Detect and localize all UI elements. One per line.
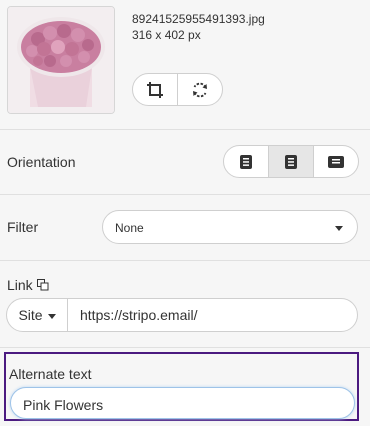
chevron-down-icon bbox=[335, 226, 343, 231]
crop-icon bbox=[147, 81, 163, 98]
link-label: Link bbox=[7, 277, 33, 293]
refresh-icon bbox=[193, 82, 207, 97]
filter-label: Filter bbox=[7, 219, 39, 235]
align-right-icon bbox=[328, 155, 344, 168]
link-type-dropdown[interactable]: Site bbox=[7, 299, 68, 331]
align-left-icon bbox=[240, 154, 252, 169]
image-filename: 89241525955491393.jpg bbox=[132, 12, 265, 26]
alternate-text-section: Alternate text Pink Flowers bbox=[4, 352, 359, 421]
link-type-value: Site bbox=[18, 307, 43, 323]
replace-image-button[interactable] bbox=[177, 74, 222, 105]
filter-selected-value: None bbox=[115, 221, 144, 235]
alternate-text-value: Pink Flowers bbox=[23, 397, 104, 413]
section-divider bbox=[0, 129, 370, 130]
chevron-down-icon bbox=[47, 313, 56, 319]
filter-select[interactable]: None bbox=[102, 210, 358, 244]
align-center-button[interactable] bbox=[268, 146, 313, 177]
link-input-group: Site https://stripo.email/ bbox=[6, 298, 358, 332]
alternate-text-input[interactable]: Pink Flowers bbox=[10, 387, 355, 419]
flower-bouquet-image bbox=[8, 7, 114, 113]
align-right-button[interactable] bbox=[313, 146, 358, 177]
copy-icon[interactable] bbox=[36, 279, 49, 291]
section-divider bbox=[0, 260, 370, 261]
section-divider bbox=[0, 194, 370, 195]
image-dimensions: 316 x 402 px bbox=[132, 28, 201, 42]
align-left-button[interactable] bbox=[224, 146, 268, 177]
image-thumbnail[interactable] bbox=[7, 6, 115, 114]
crop-button[interactable] bbox=[133, 74, 177, 105]
alternate-text-label: Alternate text bbox=[9, 366, 92, 382]
link-label-row: Link bbox=[7, 277, 49, 293]
orientation-segmented-control bbox=[223, 145, 359, 178]
orientation-label: Orientation bbox=[7, 154, 76, 170]
image-tools-group bbox=[132, 73, 223, 106]
align-center-icon bbox=[285, 154, 297, 169]
section-divider bbox=[0, 347, 370, 348]
link-url-input[interactable]: https://stripo.email/ bbox=[68, 299, 357, 331]
